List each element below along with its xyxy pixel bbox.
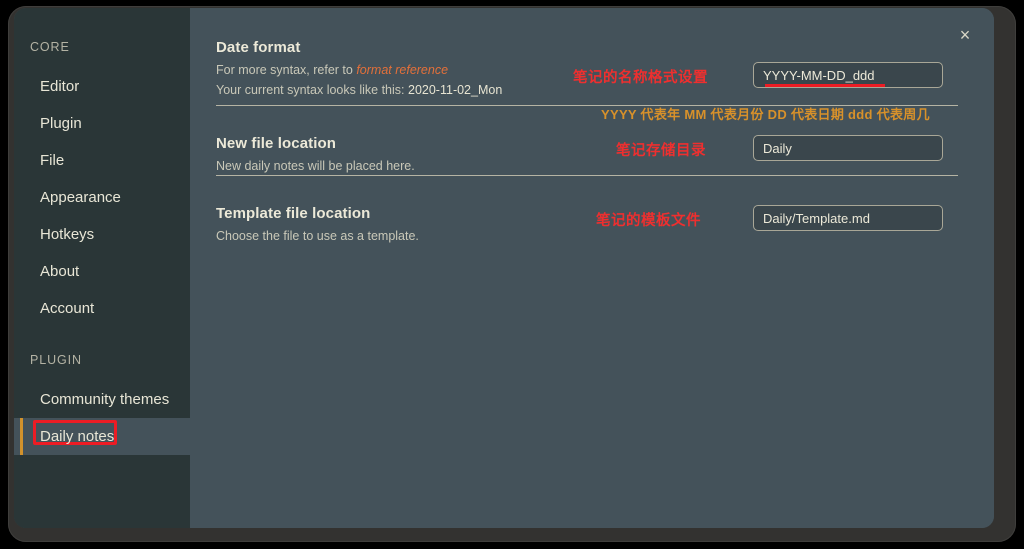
selected-accent-bar (20, 418, 23, 455)
screenshot-root: CORE Editor Plugin File Appearance Hotke… (0, 0, 1024, 549)
sidebar-item-daily-notes[interactable]: Daily notes (14, 418, 190, 455)
setting-row-template-file-location: Template file location Choose the file t… (216, 184, 958, 254)
sidebar-item-community-themes[interactable]: Community themes (14, 381, 190, 418)
sidebar-item-file[interactable]: File (14, 142, 190, 179)
syntax-preview-prefix: Your current syntax looks like this: (216, 83, 408, 97)
setting-description: For more syntax, refer to format referen… (216, 60, 576, 80)
annotation-new-file-location-red: 笔记存储目录 (616, 143, 706, 159)
section-divider-2 (216, 175, 958, 176)
settings-sidebar: CORE Editor Plugin File Appearance Hotke… (14, 8, 190, 528)
sidebar-section-plugin-title: PLUGIN (30, 353, 82, 367)
section-divider-1 (216, 105, 958, 106)
sidebar-item-label: Community themes (40, 391, 170, 408)
settings-content: × Date format For more syntax, refer to … (190, 8, 994, 528)
sidebar-item-label: Plugin (40, 115, 82, 132)
setting-title: New file location (216, 135, 337, 152)
sidebar-item-label: Account (40, 300, 95, 317)
sidebar-bottom-filler (14, 470, 190, 528)
sidebar-item-hotkeys[interactable]: Hotkeys (14, 216, 190, 253)
sidebar-item-label: Editor (40, 78, 80, 95)
setting-description: Choose the file to use as a template. (216, 229, 419, 243)
sidebar-section-core-title: CORE (30, 40, 70, 54)
sidebar-item-label: Daily notes (40, 428, 115, 445)
setting-row-date-format: Date format For more syntax, refer to fo… (216, 38, 958, 122)
sidebar-item-label: Appearance (40, 189, 121, 206)
setting-description: New daily notes will be placed here. (216, 159, 415, 173)
template-file-location-input[interactable] (753, 205, 943, 231)
setting-info: New file location New daily notes will b… (216, 134, 576, 176)
format-reference-link[interactable]: format reference (356, 63, 448, 77)
setting-description-prefix: For more syntax, refer to (216, 63, 357, 77)
new-file-location-input[interactable] (753, 135, 943, 161)
setting-info: Date format For more syntax, refer to fo… (216, 38, 576, 100)
settings-window: CORE Editor Plugin File Appearance Hotke… (14, 8, 994, 528)
sidebar-item-label: Hotkeys (40, 226, 95, 243)
setting-row-new-file-location: New file location New daily notes will b… (216, 114, 958, 184)
sidebar-item-editor[interactable]: Editor (14, 68, 190, 105)
annotation-template-file-location-red: 笔记的模板文件 (596, 213, 701, 229)
sidebar-item-plugin[interactable]: Plugin (14, 105, 190, 142)
setting-title: Template file location (216, 205, 371, 222)
annotation-date-format-red: 笔记的名称格式设置 (573, 70, 708, 86)
setting-syntax-preview: Your current syntax looks like this: 202… (216, 80, 576, 100)
date-format-input-underline (765, 84, 885, 87)
sidebar-item-label: About (40, 263, 80, 280)
setting-title: Date format (216, 39, 301, 56)
sidebar-item-account[interactable]: Account (14, 290, 190, 327)
sidebar-item-about[interactable]: About (14, 253, 190, 290)
syntax-preview-value: 2020-11-02_Mon (408, 83, 503, 97)
sidebar-item-label: File (40, 152, 65, 169)
setting-info: Template file location Choose the file t… (216, 204, 576, 246)
sidebar-item-appearance[interactable]: Appearance (14, 179, 190, 216)
